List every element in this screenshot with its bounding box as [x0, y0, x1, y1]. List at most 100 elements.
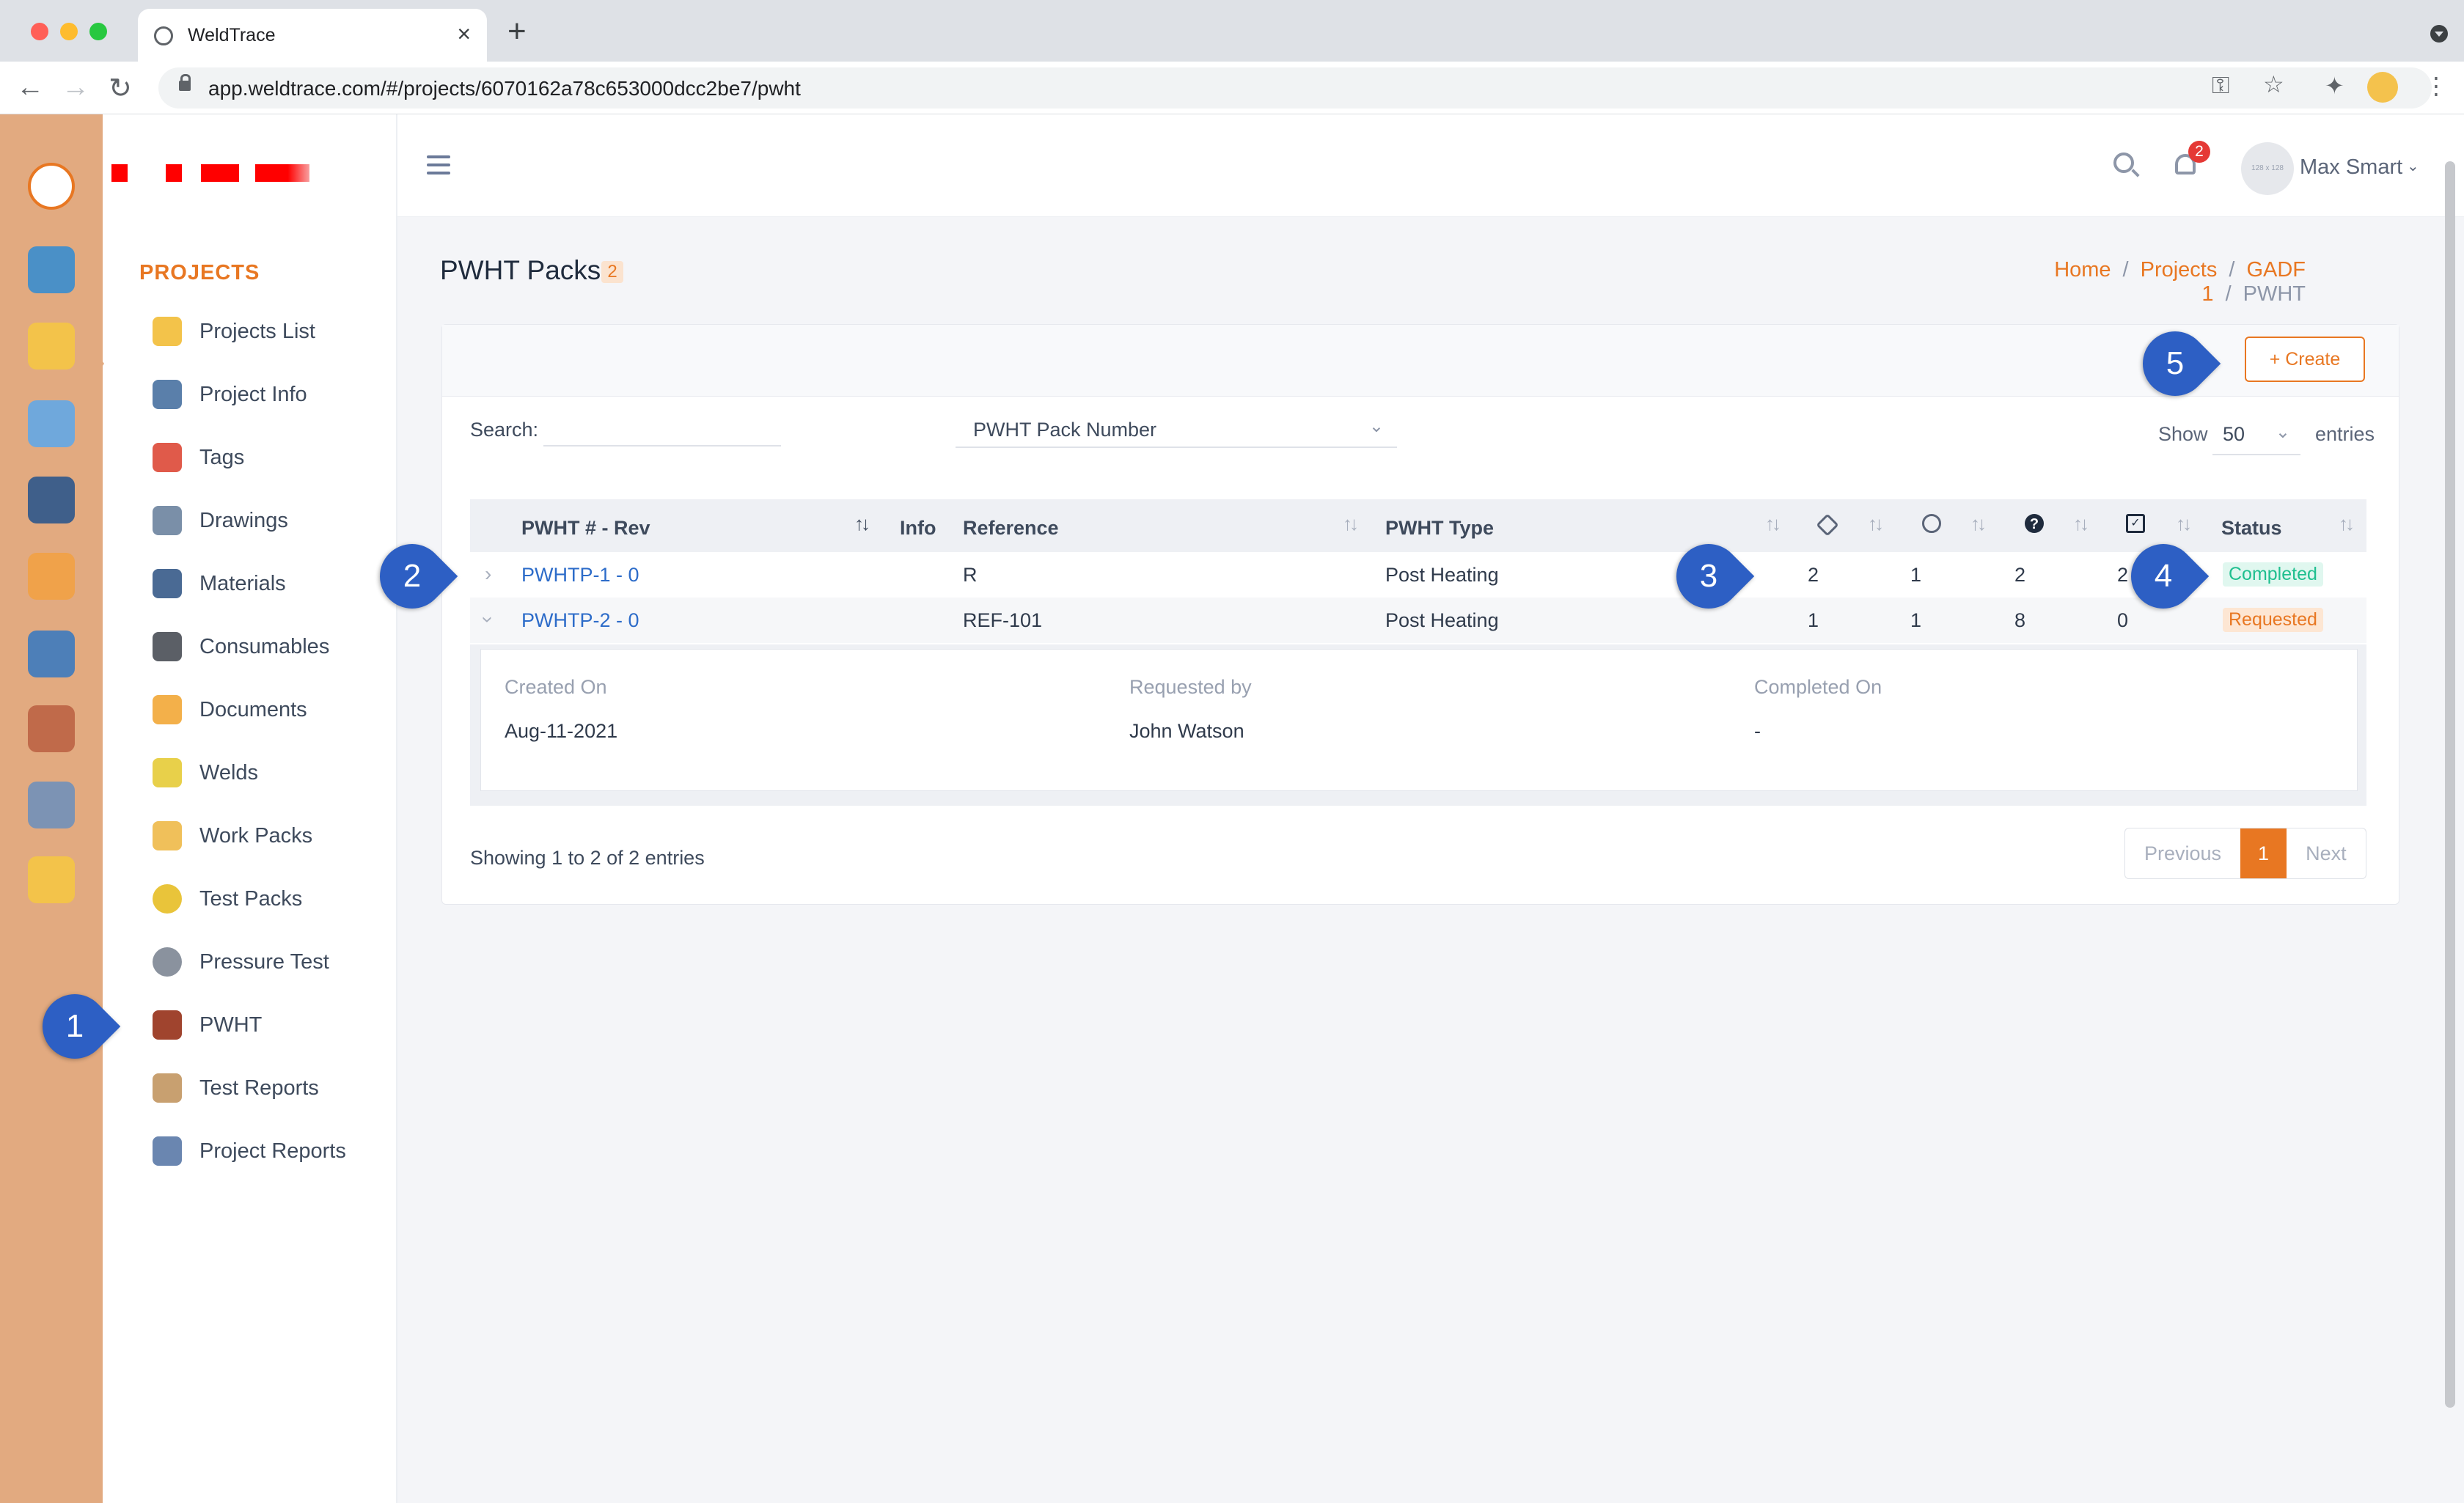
back-arrow-icon[interactable]: ←	[16, 72, 44, 103]
new-tab-button[interactable]: +	[507, 13, 527, 50]
column-header-pwht-number[interactable]: PWHT # - Rev	[521, 517, 650, 540]
sidebar-item-project-reports[interactable]: Project Reports	[153, 1129, 346, 1173]
clipboard-settings-icon[interactable]	[28, 400, 75, 447]
sort-icon[interactable]: ↑↓	[1765, 512, 1781, 535]
create-button[interactable]: + Create	[2245, 337, 2365, 382]
sidebar-item-test-packs[interactable]: Test Packs	[153, 877, 302, 921]
dashboard-monitor-icon[interactable]	[28, 246, 75, 293]
maximize-window-button[interactable]	[89, 23, 107, 40]
close-tab-icon[interactable]: ×	[457, 21, 471, 48]
close-window-button[interactable]	[31, 23, 48, 40]
browser-tab[interactable]: WeldTrace ×	[138, 9, 487, 62]
forward-arrow-icon[interactable]: →	[62, 72, 89, 103]
next-page-button[interactable]: Next	[2287, 828, 2366, 878]
sort-icon[interactable]: ↑↓	[2339, 512, 2355, 535]
reference-cell: R	[963, 564, 978, 586]
table-row[interactable]: › PWHTP-1 - 0 R Post Heating 2 1 2 2 Com…	[470, 552, 2366, 598]
completed-count-cell: 2	[2117, 564, 2129, 586]
chevron-right-icon[interactable]: ›	[485, 562, 491, 586]
page-scrollbar[interactable]	[2445, 161, 2455, 1408]
projects-folder-icon[interactable]	[28, 323, 75, 370]
key-icon[interactable]: ⚿	[2212, 72, 2229, 100]
sidebar-item-test-reports[interactable]: Test Reports	[153, 1066, 319, 1110]
welder-mask-icon[interactable]	[28, 477, 75, 523]
created-on-value: Aug-11-2021	[505, 720, 618, 742]
sidebar-item-documents[interactable]: Documents	[153, 688, 307, 732]
avatar[interactable]: 128 x 128	[2241, 142, 2294, 195]
browser-menu-icon[interactable]: ⋮	[2424, 72, 2448, 100]
welds-count-cell: 1	[1910, 564, 1922, 586]
weldtrace-logo-icon[interactable]	[28, 163, 75, 210]
search-input[interactable]	[543, 414, 781, 447]
brand-logo-part	[255, 164, 309, 182]
pwht-number-link[interactable]: PWHTP-1 - 0	[521, 564, 639, 587]
show-label: Show	[2158, 423, 2208, 445]
sidebar-item-label: Drawings	[199, 508, 288, 532]
sidebar-item-pressure-test[interactable]: Pressure Test	[153, 940, 329, 984]
callout-marker: 5	[2129, 317, 2221, 410]
sidebar-item-materials[interactable]: Materials	[153, 562, 286, 606]
sidebar: PROJECTS Projects List Project Info Tags…	[94, 114, 397, 1503]
callout-number: 3	[1699, 558, 1718, 594]
sort-icon[interactable]: ↑↓	[1970, 512, 1987, 535]
page-size-select[interactable]: 50 ⌄	[2212, 410, 2300, 455]
sort-icon[interactable]: ↑↓	[2176, 512, 2192, 535]
sidebar-item-work-packs[interactable]: Work Packs	[153, 814, 312, 858]
sidebar-item-welds[interactable]: Welds	[153, 751, 258, 795]
search-field-select[interactable]: PWHT Pack Number ⌄	[956, 410, 1397, 448]
search-icon[interactable]	[2113, 152, 2134, 173]
sidebar-item-drawings[interactable]: Drawings	[153, 499, 288, 543]
sidebar-item-project-info[interactable]: Project Info	[153, 372, 307, 416]
notifications-bell-icon[interactable]: 2	[2172, 141, 2210, 179]
address-bar[interactable]: app.weldtrace.com/#/projects/6070162a78c…	[158, 67, 2432, 109]
weld-spark-icon	[153, 758, 182, 787]
sidebar-item-label: Test Reports	[199, 1076, 319, 1100]
url-text: app.weldtrace.com/#/projects/6070162a78c…	[208, 77, 801, 100]
previous-page-button[interactable]: Previous	[2125, 828, 2240, 878]
inspection-board-icon[interactable]	[28, 631, 75, 677]
breadcrumb-home[interactable]: Home	[2054, 258, 2111, 282]
user-name[interactable]: Max Smart	[2300, 155, 2402, 180]
org-chart-icon[interactable]	[28, 553, 75, 600]
search-label: Search:	[470, 419, 539, 441]
sort-icon[interactable]: ↑↓	[2073, 512, 2089, 535]
hamburger-menu-icon[interactable]	[427, 155, 450, 174]
calendar-check-icon: ✓	[2126, 514, 2145, 533]
breadcrumb-projects[interactable]: Projects	[2141, 258, 2218, 282]
tags-count-cell: 2	[1808, 564, 1819, 586]
star-icon[interactable]: ☆	[2263, 70, 2284, 98]
status-badge: Completed	[2223, 562, 2323, 587]
entries-label: entries	[2315, 423, 2375, 445]
sidebar-item-tags[interactable]: Tags	[153, 436, 244, 479]
sidebar-item-pwht[interactable]: PWHT	[153, 1003, 262, 1047]
team-icon[interactable]	[28, 705, 75, 752]
pwht-number-link[interactable]: PWHTP-2 - 0	[521, 609, 639, 632]
pwht-packs-card: + Create Search: PWHT Pack Number ⌄ Show…	[441, 324, 2399, 905]
column-header-reference[interactable]: Reference	[963, 517, 1059, 540]
chevron-down-icon[interactable]: ›	[477, 616, 500, 622]
sort-icon[interactable]: ↑↓	[1868, 512, 1884, 535]
rod-stack-icon	[153, 632, 182, 661]
tab-search-button[interactable]	[2430, 25, 2448, 43]
sidebar-item-consumables[interactable]: Consumables	[153, 625, 329, 669]
box-icon	[153, 821, 182, 850]
reload-icon[interactable]: ↻	[109, 72, 132, 105]
certificate-icon[interactable]	[28, 856, 75, 903]
page-1-button[interactable]: 1	[2240, 828, 2287, 878]
table-row[interactable]: › PWHTP-2 - 0 REF-101 Post Heating 1 1 8…	[470, 598, 2366, 643]
minimize-window-button[interactable]	[60, 23, 78, 40]
pagination-info: Showing 1 to 2 of 2 entries	[470, 847, 705, 869]
sidebar-item-projects-list[interactable]: Projects List	[153, 309, 315, 353]
column-header-pwht-type[interactable]: PWHT Type	[1385, 517, 1494, 540]
requested-by-value: John Watson	[1129, 720, 1244, 742]
column-header-status[interactable]: Status	[2221, 517, 2282, 540]
report-chart-icon[interactable]	[28, 782, 75, 828]
sort-icon[interactable]: ↑↓	[1343, 512, 1359, 535]
column-header-info[interactable]: Info	[900, 517, 936, 540]
checklist-icon	[153, 1073, 182, 1103]
profile-avatar-icon[interactable]	[2367, 72, 2398, 103]
pwht-type-cell: Post Heating	[1385, 609, 1499, 631]
sort-asc-icon[interactable]: ↑↓	[854, 512, 870, 535]
extensions-puzzle-icon[interactable]: ✦	[2325, 72, 2344, 100]
chevron-down-icon[interactable]: ⌄	[2407, 157, 2419, 175]
